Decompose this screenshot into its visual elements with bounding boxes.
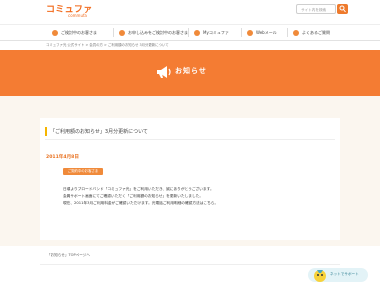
document-icon [119, 29, 125, 36]
nav-divider [241, 28, 242, 37]
page-title: お知らせ [175, 67, 207, 75]
article-headline: 「ご利用額のお知らせ」3月分更新について [50, 129, 148, 135]
search-input[interactable]: サイト内を検索 [296, 4, 336, 14]
nav-item-label: Myコミュファ [203, 29, 229, 35]
nav-item-label: お申し込みをご検討中のお客さま [128, 29, 188, 35]
search-icon [339, 5, 346, 13]
megaphone-icon [157, 66, 171, 78]
body-line: 会員サポート画面にてご確認いただく「ご利用額のお知らせ」を更新いたしました。 [63, 194, 204, 198]
heart-icon [194, 29, 200, 36]
headline-accent-bar [45, 127, 47, 136]
person-icon [52, 29, 58, 36]
divider [40, 264, 340, 265]
mascot-icon [314, 270, 326, 282]
audience-badge: ご契約中のお客さま [63, 168, 103, 175]
nav-divider [113, 28, 114, 37]
commufa-logo[interactable]: コミュファ commufa [46, 2, 92, 20]
page-hero: お知らせ [0, 50, 380, 96]
nav-item-label: よくあるご質問 [302, 29, 330, 35]
mail-icon [247, 29, 253, 36]
global-nav: ご検討中のお客さま お申し込みをご検討中のお客さま Myコミュファ Webメール… [0, 24, 380, 41]
body-line: 現在、2011年3月ご利用料金がご確認いただけます。光電話ご利用明細の確認方法は… [63, 201, 219, 205]
nav-item-mycommufa[interactable]: Myコミュファ [194, 25, 229, 40]
logo-sub-text: commufa [68, 13, 87, 18]
nav-item-webmail[interactable]: Webメール [247, 25, 277, 40]
nav-divider [188, 28, 189, 37]
nav-divider [287, 28, 288, 37]
nav-item-applying[interactable]: お申し込みをご検討中のお客さま [119, 25, 188, 40]
article-card [40, 118, 340, 240]
breadcrumb[interactable]: コミュファ光 公式サイト > 会員の方 > ご利用額のお知らせ 3月分更新につい… [46, 42, 169, 47]
nav-item-label: ご検討中のお客さま [61, 29, 97, 35]
article-body: 日頃よりブロードバンド「コミュファ光」をご利用いただき、誠にありがとうございます… [63, 186, 333, 207]
search-button[interactable] [337, 4, 348, 14]
top-bar: コミュファ commufa サイト内を検索 [0, 0, 380, 24]
body-line: 日頃よりブロードバンド「コミュファ光」をご利用いただき、誠にありがとうございます… [63, 187, 214, 191]
news-top-link[interactable]: 「お知らせ」TOPページへ [47, 253, 90, 258]
nav-item-label: Webメール [256, 29, 277, 35]
article-date: 2011年4月8日 [46, 155, 79, 160]
divider [45, 139, 335, 140]
nav-item-considering[interactable]: ご検討中のお客さま [52, 25, 97, 40]
nav-item-faq[interactable]: よくあるご質問 [293, 25, 330, 40]
support-label: ネットでサポート [330, 272, 359, 276]
question-icon [293, 29, 299, 36]
